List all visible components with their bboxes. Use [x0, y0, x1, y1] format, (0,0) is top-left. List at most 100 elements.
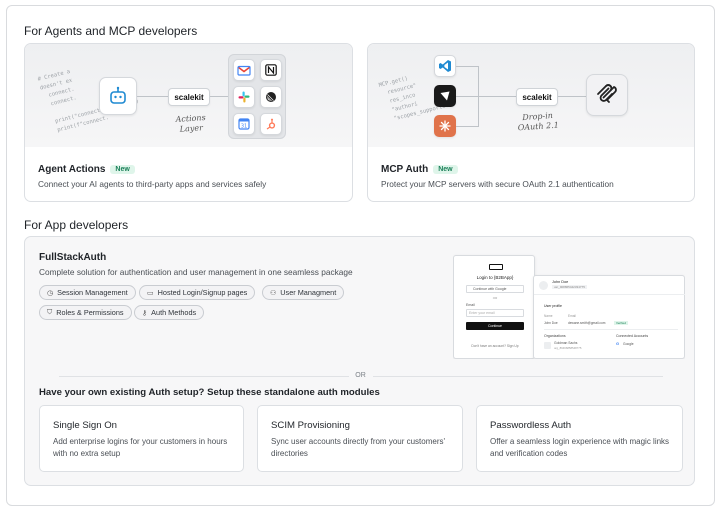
- mock-connected-accounts: Connected Accounts: [616, 334, 649, 338]
- mock-user-id: usr_908865442334775: [552, 285, 587, 289]
- mcp-auth-card[interactable]: MCP.get() resource" res_inco "authori "s…: [367, 43, 695, 202]
- robot-icon: [110, 86, 126, 104]
- mock-name-col: Name: [544, 314, 553, 318]
- logo-mark: [489, 264, 503, 270]
- claude-icon: [439, 120, 451, 132]
- chip-hosted-login[interactable]: ▭ Hosted Login/Signup pages: [139, 285, 256, 300]
- chip-label: Auth Methods: [151, 308, 197, 317]
- mock-row-email: dewane.smith@gmail.com: [568, 321, 606, 325]
- agent-bot-tile: [99, 77, 137, 115]
- drop-in-oauth-annotation: Drop-in OAuth 2.1: [517, 110, 560, 133]
- chip-session-management[interactable]: ◷ Session Management: [39, 285, 136, 300]
- hubspot-tile: [260, 113, 282, 135]
- cursor-icon: [440, 91, 450, 101]
- slack-tile: [233, 86, 255, 108]
- chip-roles-permissions[interactable]: ⛉ Roles & Permissions: [39, 305, 132, 320]
- module-description: Add enterprise logins for your customers…: [53, 437, 228, 458]
- mock-signup-link: Don't have an account? Sign Up: [471, 344, 519, 348]
- org-logo: [544, 342, 551, 349]
- mock-google-account: Google: [623, 342, 634, 346]
- mock-row-name: John Doe: [544, 321, 558, 325]
- claude-tile: [434, 115, 456, 137]
- apps-grid: 31: [228, 54, 286, 139]
- gmail-icon: [237, 65, 251, 76]
- divider: [534, 294, 685, 295]
- chip-label: Hosted Login/Signup pages: [157, 288, 248, 297]
- module-title: Passwordless Auth: [490, 420, 572, 431]
- slack-icon: [238, 91, 250, 103]
- notion-tile: [260, 59, 282, 81]
- mcp-auth-description: Protect your MCP servers with secure OAu…: [381, 179, 614, 189]
- users-icon: ⚇: [270, 289, 277, 297]
- linear-icon: [266, 92, 276, 102]
- avatar: [539, 281, 548, 290]
- standalone-modules-heading: Have your own existing Auth setup? Setup…: [39, 387, 380, 398]
- vscode-icon: [439, 60, 451, 72]
- mock-org-sub: org_89466858548775: [554, 346, 582, 350]
- scalekit-pill: scalekit: [168, 88, 210, 106]
- mock-org-name: Goldman Sachs: [554, 341, 578, 345]
- mcp-auth-title: MCP Auth New: [381, 164, 458, 175]
- mcp-auth-title-text: MCP Auth: [381, 164, 429, 175]
- calendar-tile: 31: [233, 113, 255, 135]
- login-mockup: Login to {B2BApp} Continue with Google O…: [453, 255, 535, 359]
- mock-login-title: Login to {B2BApp}: [476, 275, 514, 280]
- connector-line: [558, 96, 586, 97]
- mcp-auth-hero: MCP.get() resource" res_inco "authori "s…: [368, 44, 694, 147]
- section-title-agents: For Agents and MCP developers: [24, 24, 198, 38]
- cursor-tile: [434, 85, 456, 107]
- connector-line: [456, 66, 478, 67]
- agent-actions-card[interactable]: # Create a doesn't ex connect. connect. …: [24, 43, 353, 202]
- mock-user-profile: User profile: [544, 304, 562, 308]
- agent-actions-hero: # Create a doesn't ex connect. connect. …: [25, 44, 352, 147]
- agent-actions-title: Agent Actions New: [38, 164, 135, 175]
- vscode-tile: [434, 55, 456, 77]
- chip-label: Roles & Permissions: [56, 308, 124, 317]
- module-passwordless-auth[interactable]: Passwordless Auth Offer a seamless login…: [476, 405, 683, 472]
- mock-google-button: Continue with Google: [466, 285, 524, 293]
- module-description: Offer a seamless login experience with m…: [490, 437, 670, 458]
- mock-email-col: Email: [568, 314, 576, 318]
- connector-line: [456, 126, 478, 127]
- fullstackauth-description: Complete solution for authentication and…: [39, 267, 353, 277]
- mock-google-label: Continue with Google: [473, 287, 507, 291]
- agent-actions-title-text: Agent Actions: [38, 164, 106, 175]
- chip-auth-methods[interactable]: ⚷ Auth Methods: [134, 305, 205, 320]
- new-badge: New: [110, 165, 135, 174]
- mock-verified-badge: Verified: [614, 320, 629, 325]
- scalekit-pill: scalekit: [516, 88, 558, 106]
- or-divider: OR: [39, 371, 682, 381]
- module-scim-provisioning[interactable]: SCIM Provisioning Sync user accounts dir…: [257, 405, 463, 472]
- fullstackauth-title: FullStackAuth: [39, 252, 107, 263]
- chip-user-management[interactable]: ⚇ User Managment: [262, 285, 345, 300]
- notion-icon: [265, 64, 277, 76]
- or-line-right: [373, 376, 663, 377]
- module-title: SCIM Provisioning: [271, 420, 350, 431]
- connector-line: [210, 96, 228, 97]
- agent-actions-description: Connect your AI agents to third-party ap…: [38, 179, 267, 189]
- linear-tile: [260, 86, 282, 108]
- mock-continue-button: Continue: [466, 322, 524, 330]
- chip-label: Session Management: [57, 288, 128, 297]
- mock-user-name: John Doe: [552, 280, 569, 284]
- mock-organizations: Organizations: [544, 334, 566, 338]
- fullstackauth-card: FullStackAuth Complete solution for auth…: [24, 236, 695, 486]
- shield-icon: ⛉: [47, 308, 53, 316]
- module-single-sign-on[interactable]: Single Sign On Add enterprise logins for…: [39, 405, 244, 472]
- svg-text:31: 31: [241, 124, 247, 130]
- section-title-app: For App developers: [24, 218, 129, 232]
- mock-email-label: Email: [466, 303, 475, 307]
- module-title: Single Sign On: [53, 420, 117, 431]
- new-badge: New: [433, 165, 458, 174]
- mcp-server-tile: [586, 74, 628, 116]
- actions-layer-annotation: Actions Layer: [175, 112, 206, 134]
- connector-line: [137, 96, 169, 97]
- gmail-tile: [233, 59, 255, 81]
- mock-email-field: Enter your email: [466, 309, 524, 317]
- hubspot-icon: [266, 118, 276, 130]
- clock-icon: ◷: [47, 289, 54, 297]
- mock-email-placeholder: Enter your email: [469, 311, 495, 315]
- module-description: Sync user accounts directly from your cu…: [271, 437, 446, 458]
- chip-label: User Managment: [280, 288, 337, 297]
- product-mockup: Login to {B2BApp} Continue with Google O…: [453, 251, 685, 359]
